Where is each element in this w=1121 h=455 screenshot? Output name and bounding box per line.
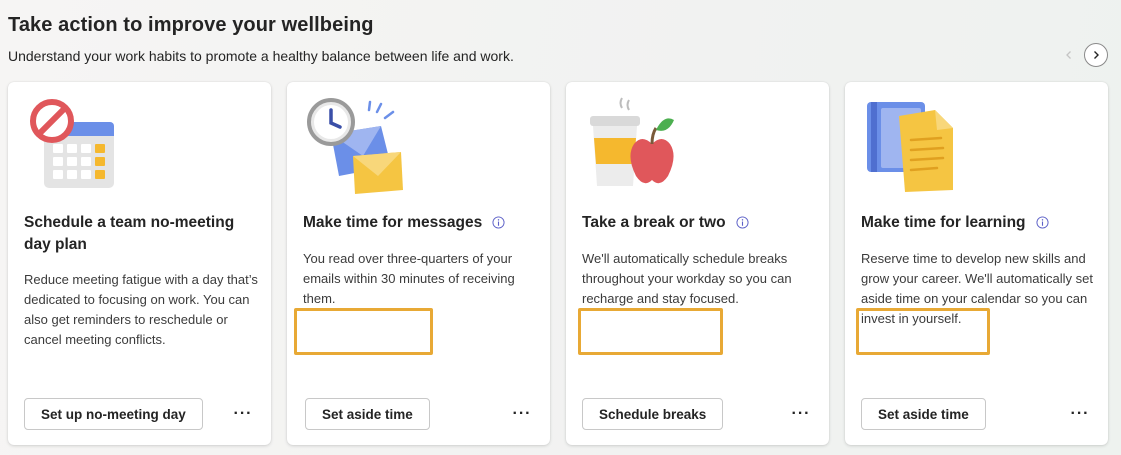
chevron-left-icon: [1066, 51, 1071, 59]
card-title: Take a break or two: [582, 212, 812, 234]
wellbeing-card-learning: Make time for learning Reserve time to d…: [845, 82, 1108, 445]
info-icon[interactable]: [1035, 216, 1049, 229]
card-title: Make time for messages: [303, 212, 533, 234]
page-subtitle: Understand your work habits to promote a…: [8, 48, 514, 64]
card-description: We'll automatically schedule breaks thro…: [582, 251, 792, 306]
wellbeing-card-no-meeting-day: Schedule a team no-meeting day plan Redu…: [8, 82, 271, 445]
wellbeing-card-messages: Make time for messages You read over thr…: [287, 82, 550, 445]
card-title-text: Make time for learning: [861, 214, 1026, 231]
more-options-button[interactable]: ···: [1066, 402, 1094, 426]
card-description: Reserve time to develop new skills and g…: [861, 251, 1094, 326]
wellbeing-card-breaks: Take a break or two We'll automatically …: [566, 82, 829, 445]
set-aside-time-button[interactable]: Set aside time: [305, 398, 430, 430]
chevron-right-icon: [1094, 51, 1099, 59]
more-options-button[interactable]: ···: [787, 402, 815, 426]
clock-envelopes-icon: [307, 98, 403, 194]
info-icon[interactable]: [492, 216, 505, 229]
set-up-no-meeting-day-button[interactable]: Set up no-meeting day: [24, 398, 203, 430]
carousel-next-button[interactable]: [1084, 43, 1108, 67]
coffee-apple-icon: [590, 97, 674, 186]
info-icon[interactable]: [736, 216, 749, 229]
card-title-text: Take a break or two: [582, 214, 726, 231]
card-description: Reduce meeting fatigue with a day that’s…: [24, 272, 258, 347]
page-title: Take action to improve your wellbeing: [8, 14, 374, 36]
notebook-document-icon: [867, 102, 953, 192]
carousel-prev-button[interactable]: [1057, 43, 1081, 67]
set-aside-time-button[interactable]: Set aside time: [861, 398, 986, 430]
card-title: Make time for learning: [861, 212, 1091, 234]
more-options-button[interactable]: ···: [229, 402, 257, 426]
card-description: You read over three-quarters of your ema…: [303, 251, 515, 306]
schedule-breaks-button[interactable]: Schedule breaks: [582, 398, 724, 430]
card-title-text: Make time for messages: [303, 214, 483, 231]
calendar-no-meeting-icon: [30, 99, 114, 188]
more-options-button[interactable]: ···: [508, 402, 536, 426]
card-title: Schedule a team no-meeting day plan: [24, 214, 235, 253]
